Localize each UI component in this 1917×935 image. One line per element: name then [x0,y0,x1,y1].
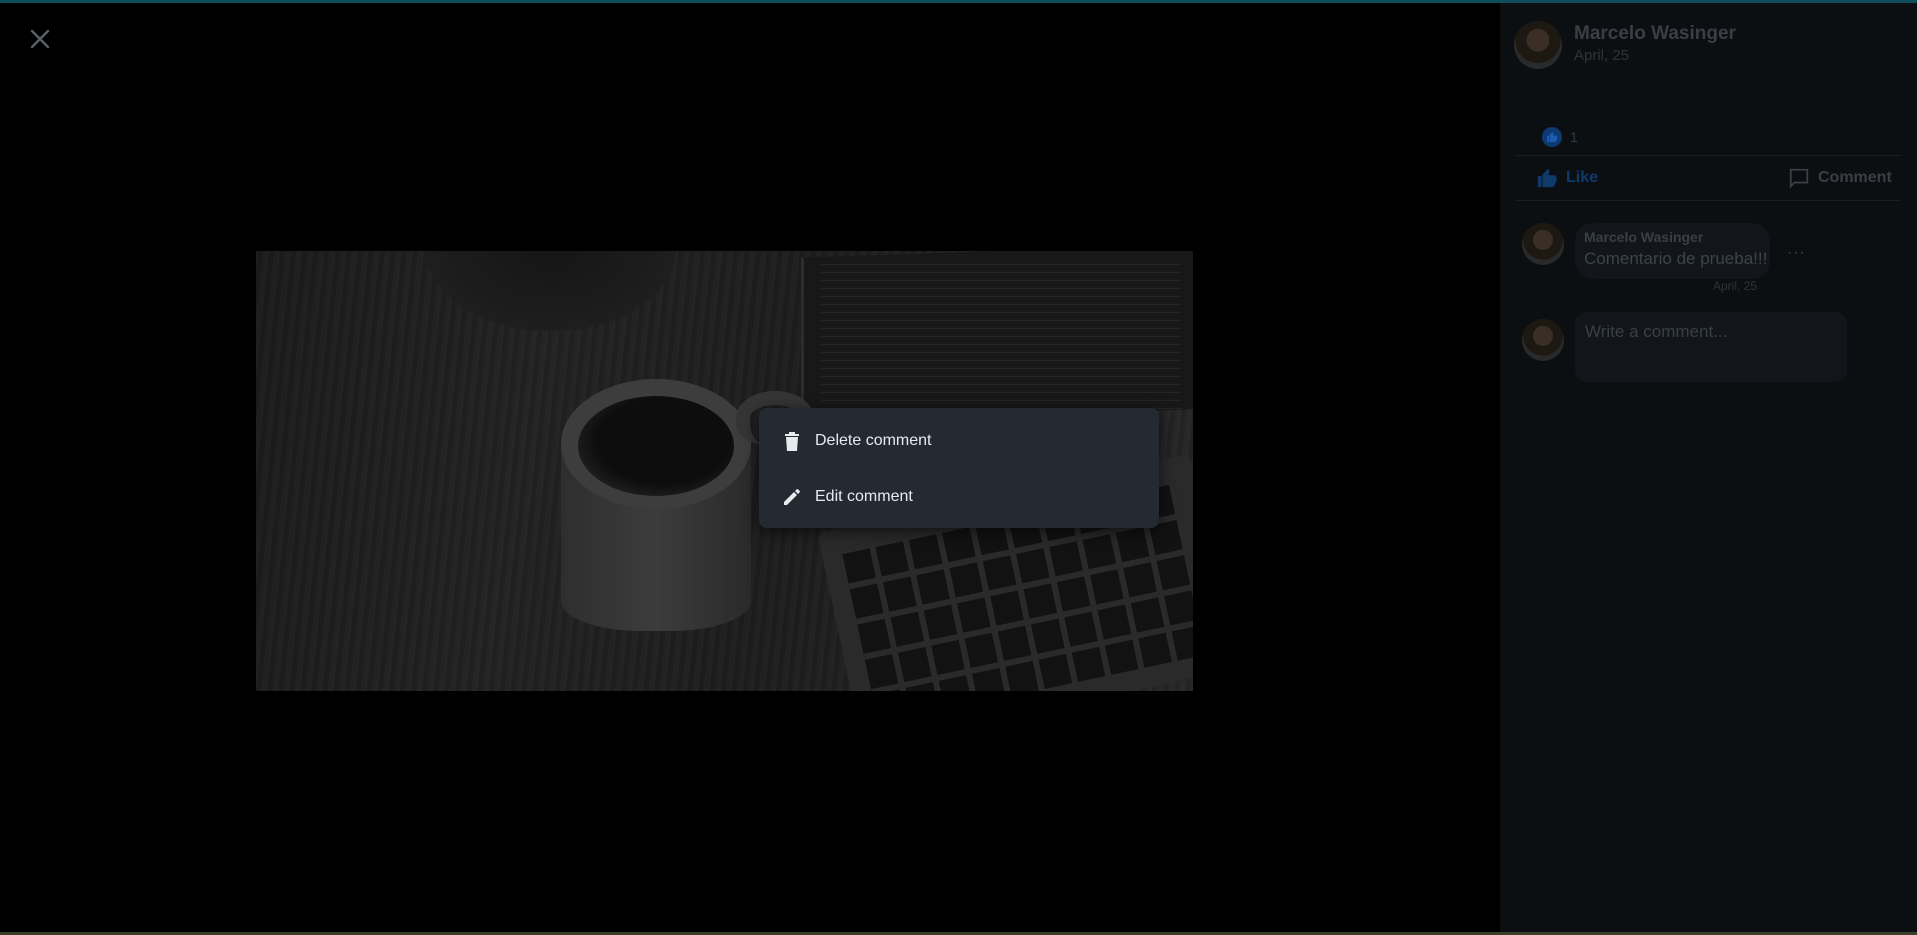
post-date: April, 25 [1574,47,1630,64]
close-icon [30,29,50,49]
close-button[interactable] [24,23,56,55]
likes-summary[interactable]: 1 [1542,127,1578,147]
edit-comment-menu-item[interactable]: Edit comment [759,470,1159,524]
photo-viewer [0,3,1500,932]
post-sidebar: Marcelo Wasinger April, 25 1 Like Commen… [1500,3,1917,935]
divider [1516,200,1901,201]
thumbs-up-icon [1537,168,1558,188]
comment-button[interactable]: Comment [1788,167,1892,189]
comment-context-menu: Delete comment Edit comment [759,408,1159,528]
divider [1516,155,1901,156]
comment-text: Comentario de prueba!!! [1584,249,1768,268]
comment-author-name[interactable]: Marcelo Wasinger [1584,229,1703,245]
thumbs-up-icon [1542,127,1562,147]
edit-comment-label: Edit comment [815,488,913,505]
trash-icon [781,430,803,452]
like-count: 1 [1570,129,1578,145]
like-button[interactable]: Like [1536,167,1598,189]
avatar [1522,319,1564,361]
delete-comment-menu-item[interactable]: Delete comment [759,414,1159,468]
comment-icon [1789,168,1809,189]
delete-comment-label: Delete comment [815,432,932,449]
avatar[interactable] [1514,21,1562,69]
pencil-icon [781,486,803,508]
post-author-name[interactable]: Marcelo Wasinger [1574,23,1736,45]
comment-date: April, 25 [1713,279,1758,293]
comment-label: Comment [1818,169,1892,186]
comment-input[interactable] [1575,312,1847,382]
avatar[interactable] [1522,223,1564,265]
like-label: Like [1566,169,1599,186]
comment-more-button[interactable]: ··· [1787,244,1806,262]
